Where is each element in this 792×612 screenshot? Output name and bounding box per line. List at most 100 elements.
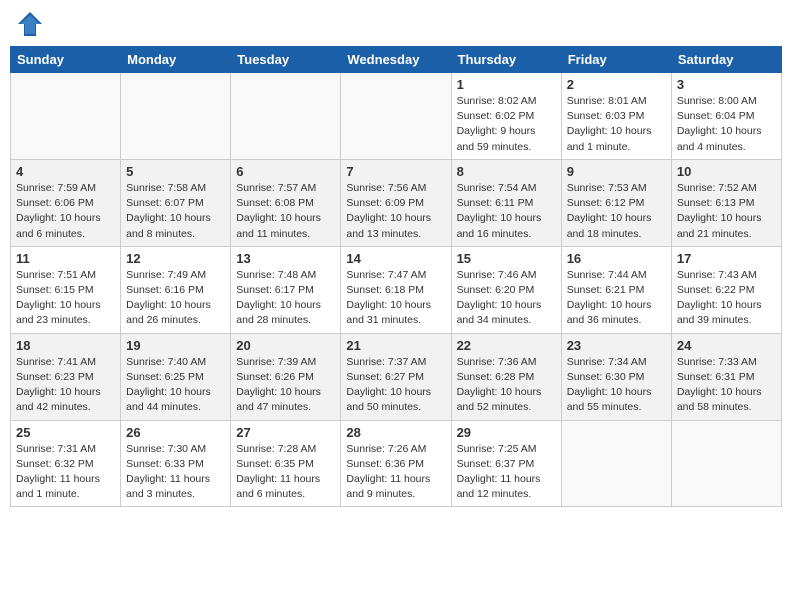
calendar-cell: 3 Sunrise: 8:00 AMSunset: 6:04 PMDaylight… — [671, 73, 781, 160]
calendar-week-row: 18 Sunrise: 7:41 AMSunset: 6:23 PMDayligh… — [11, 333, 782, 420]
day-info: Sunrise: 7:41 AMSunset: 6:23 PMDaylight:… — [16, 355, 115, 416]
calendar-cell: 22 Sunrise: 7:36 AMSunset: 6:28 PMDayligh… — [451, 333, 561, 420]
calendar-cell: 24Sunrise: 7:33 AMSunset: 6:31 PMDayligh… — [671, 333, 781, 420]
calendar-cell — [231, 73, 341, 160]
day-number: 18 — [16, 338, 115, 353]
day-number: 16 — [567, 251, 666, 266]
day-number: 19 — [126, 338, 225, 353]
day-number: 10 — [677, 164, 776, 179]
calendar-table: SundayMondayTuesdayWednesdayThursdayFrid… — [10, 46, 782, 507]
logo — [14, 10, 44, 38]
day-number: 12 — [126, 251, 225, 266]
calendar-cell: 18 Sunrise: 7:41 AMSunset: 6:23 PMDayligh… — [11, 333, 121, 420]
day-number: 4 — [16, 164, 115, 179]
day-number: 25 — [16, 425, 115, 440]
day-number: 9 — [567, 164, 666, 179]
calendar-cell: 26 Sunrise: 7:30 AMSunset: 6:33 PMDayligh… — [121, 420, 231, 507]
calendar-cell — [341, 73, 451, 160]
calendar-cell: 28Sunrise: 7:26 AMSunset: 6:36 PMDayligh… — [341, 420, 451, 507]
day-number: 7 — [346, 164, 445, 179]
day-info: Sunrise: 7:44 AMSunset: 6:21 PMDaylight:… — [567, 268, 666, 329]
calendar-cell — [561, 420, 671, 507]
day-info: Sunrise: 7:54 AMSunset: 6:11 PMDaylight:… — [457, 181, 556, 242]
day-number: 17 — [677, 251, 776, 266]
day-info: Sunrise: 7:43 AMSunset: 6:22 PMDaylight:… — [677, 268, 776, 329]
calendar-cell: 23 Sunrise: 7:34 AMSunset: 6:30 PMDayligh… — [561, 333, 671, 420]
day-info: Sunrise: 7:36 AMSunset: 6:28 PMDaylight:… — [457, 355, 556, 416]
calendar-cell: 8 Sunrise: 7:54 AMSunset: 6:11 PMDaylight… — [451, 159, 561, 246]
calendar-cell: 20 Sunrise: 7:39 AMSunset: 6:26 PMDayligh… — [231, 333, 341, 420]
day-info: Sunrise: 7:25 AMSunset: 6:37 PMDaylight:… — [457, 442, 556, 503]
logo-icon — [16, 10, 44, 38]
calendar-week-row: 11 Sunrise: 7:51 AMSunset: 6:15 PMDayligh… — [11, 246, 782, 333]
day-number: 23 — [567, 338, 666, 353]
day-info: Sunrise: 7:34 AMSunset: 6:30 PMDaylight:… — [567, 355, 666, 416]
calendar-cell: 16 Sunrise: 7:44 AMSunset: 6:21 PMDayligh… — [561, 246, 671, 333]
day-info: Sunrise: 7:57 AMSunset: 6:08 PMDaylight:… — [236, 181, 335, 242]
calendar-cell: 27Sunrise: 7:28 AMSunset: 6:35 PMDayligh… — [231, 420, 341, 507]
calendar-week-row: 1 Sunrise: 8:02 AMSunset: 6:02 PMDaylight… — [11, 73, 782, 160]
calendar-cell: 19 Sunrise: 7:40 AMSunset: 6:25 PMDayligh… — [121, 333, 231, 420]
weekday-header-row: SundayMondayTuesdayWednesdayThursdayFrid… — [11, 47, 782, 73]
weekday-header-tuesday: Tuesday — [231, 47, 341, 73]
calendar-cell: 17 Sunrise: 7:43 AMSunset: 6:22 PMDayligh… — [671, 246, 781, 333]
calendar-cell: 7Sunrise: 7:56 AMSunset: 6:09 PMDaylight… — [341, 159, 451, 246]
page-header — [10, 10, 782, 38]
calendar-cell: 1 Sunrise: 8:02 AMSunset: 6:02 PMDaylight… — [451, 73, 561, 160]
calendar-cell: 12 Sunrise: 7:49 AMSunset: 6:16 PMDayligh… — [121, 246, 231, 333]
day-number: 29 — [457, 425, 556, 440]
day-number: 26 — [126, 425, 225, 440]
day-info: Sunrise: 7:30 AMSunset: 6:33 PMDaylight:… — [126, 442, 225, 503]
day-info: Sunrise: 8:02 AMSunset: 6:02 PMDaylight:… — [457, 94, 556, 155]
day-info: Sunrise: 7:58 AMSunset: 6:07 PMDaylight:… — [126, 181, 225, 242]
calendar-cell: 13 Sunrise: 7:48 AMSunset: 6:17 PMDayligh… — [231, 246, 341, 333]
calendar-cell: 21 Sunrise: 7:37 AMSunset: 6:27 PMDayligh… — [341, 333, 451, 420]
calendar-cell: 15Sunrise: 7:46 AMSunset: 6:20 PMDayligh… — [451, 246, 561, 333]
day-info: Sunrise: 7:31 AMSunset: 6:32 PMDaylight:… — [16, 442, 115, 503]
calendar-week-row: 4 Sunrise: 7:59 AMSunset: 6:06 PMDaylight… — [11, 159, 782, 246]
day-number: 28 — [346, 425, 445, 440]
day-info: Sunrise: 7:59 AMSunset: 6:06 PMDaylight:… — [16, 181, 115, 242]
weekday-header-monday: Monday — [121, 47, 231, 73]
day-info: Sunrise: 7:51 AMSunset: 6:15 PMDaylight:… — [16, 268, 115, 329]
calendar-cell — [121, 73, 231, 160]
day-info: Sunrise: 7:49 AMSunset: 6:16 PMDaylight:… — [126, 268, 225, 329]
calendar-cell — [11, 73, 121, 160]
day-number: 13 — [236, 251, 335, 266]
weekday-header-sunday: Sunday — [11, 47, 121, 73]
day-info: Sunrise: 7:52 AMSunset: 6:13 PMDaylight:… — [677, 181, 776, 242]
calendar-cell: 6 Sunrise: 7:57 AMSunset: 6:08 PMDaylight… — [231, 159, 341, 246]
weekday-header-saturday: Saturday — [671, 47, 781, 73]
weekday-header-wednesday: Wednesday — [341, 47, 451, 73]
calendar-cell: 25 Sunrise: 7:31 AMSunset: 6:32 PMDayligh… — [11, 420, 121, 507]
day-info: Sunrise: 7:40 AMSunset: 6:25 PMDaylight:… — [126, 355, 225, 416]
day-number: 22 — [457, 338, 556, 353]
calendar-cell: 2 Sunrise: 8:01 AMSunset: 6:03 PMDaylight… — [561, 73, 671, 160]
day-number: 1 — [457, 77, 556, 92]
day-info: Sunrise: 7:48 AMSunset: 6:17 PMDaylight:… — [236, 268, 335, 329]
day-number: 3 — [677, 77, 776, 92]
day-info: Sunrise: 7:39 AMSunset: 6:26 PMDaylight:… — [236, 355, 335, 416]
day-info: Sunrise: 8:01 AMSunset: 6:03 PMDaylight:… — [567, 94, 666, 155]
calendar-cell: 9Sunrise: 7:53 AMSunset: 6:12 PMDaylight… — [561, 159, 671, 246]
day-info: Sunrise: 7:37 AMSunset: 6:27 PMDaylight:… — [346, 355, 445, 416]
day-number: 6 — [236, 164, 335, 179]
calendar-cell: 4 Sunrise: 7:59 AMSunset: 6:06 PMDaylight… — [11, 159, 121, 246]
day-number: 8 — [457, 164, 556, 179]
weekday-header-friday: Friday — [561, 47, 671, 73]
day-number: 27 — [236, 425, 335, 440]
day-number: 2 — [567, 77, 666, 92]
day-info: Sunrise: 7:33 AMSunset: 6:31 PMDaylight:… — [677, 355, 776, 416]
day-number: 21 — [346, 338, 445, 353]
calendar-cell: 5 Sunrise: 7:58 AMSunset: 6:07 PMDaylight… — [121, 159, 231, 246]
day-info: Sunrise: 7:47 AMSunset: 6:18 PMDaylight:… — [346, 268, 445, 329]
weekday-header-thursday: Thursday — [451, 47, 561, 73]
day-number: 5 — [126, 164, 225, 179]
day-number: 11 — [16, 251, 115, 266]
calendar-cell: 29 Sunrise: 7:25 AMSunset: 6:37 PMDayligh… — [451, 420, 561, 507]
calendar-cell: 10 Sunrise: 7:52 AMSunset: 6:13 PMDayligh… — [671, 159, 781, 246]
day-number: 20 — [236, 338, 335, 353]
calendar-cell: 14Sunrise: 7:47 AMSunset: 6:18 PMDayligh… — [341, 246, 451, 333]
day-info: Sunrise: 8:00 AMSunset: 6:04 PMDaylight:… — [677, 94, 776, 155]
day-info: Sunrise: 7:46 AMSunset: 6:20 PMDaylight:… — [457, 268, 556, 329]
